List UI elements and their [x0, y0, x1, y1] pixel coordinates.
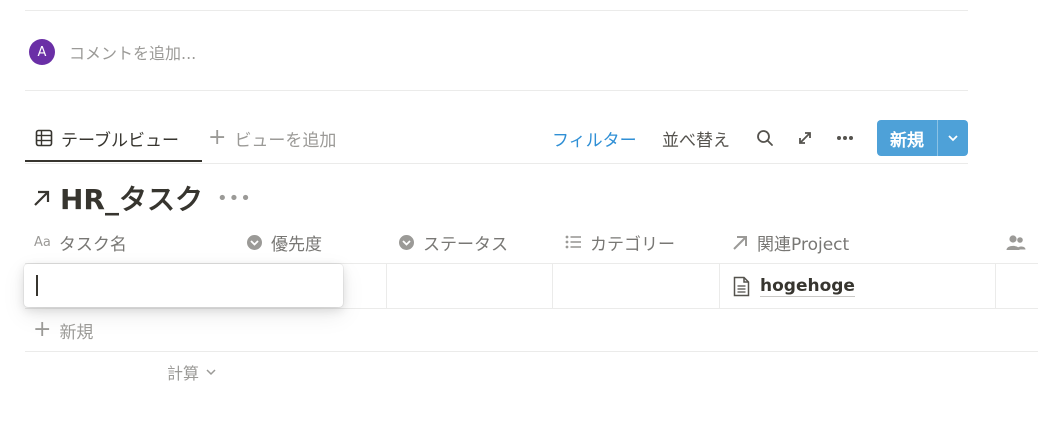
- calculate-button[interactable]: 計算: [167, 358, 217, 386]
- related-project-link[interactable]: hogehoge: [760, 276, 855, 297]
- select-icon: [247, 234, 262, 250]
- new-row-divider: [25, 351, 1038, 352]
- plus-icon: +: [208, 125, 227, 150]
- column-header-label: カテゴリー: [590, 234, 675, 255]
- multi-select-icon: [565, 235, 581, 249]
- add-view-button[interactable]: + ビューを追加: [208, 124, 336, 152]
- relation-icon: [733, 235, 747, 250]
- new-button[interactable]: 新規: [877, 120, 937, 156]
- avatar: A: [29, 39, 55, 65]
- column-divider: [995, 264, 996, 308]
- comment-input[interactable]: コメントを追加...: [69, 40, 196, 64]
- filter-button[interactable]: フィルター: [552, 124, 637, 152]
- toolbar-divider: [25, 163, 968, 164]
- related-project-cell[interactable]: hogehoge: [733, 272, 855, 300]
- column-header-status[interactable]: ステータス: [398, 228, 508, 256]
- page-icon: [733, 276, 750, 296]
- table-icon: [35, 129, 53, 147]
- add-row-label: 新規: [59, 322, 94, 343]
- chevron-down-icon: [206, 369, 216, 376]
- tab-table-view[interactable]: テーブルビュー: [35, 124, 179, 152]
- comment-row[interactable]: A コメントを追加...: [29, 38, 196, 66]
- more-icon: [837, 136, 853, 140]
- row-divider: [25, 308, 1038, 309]
- search-icon: [757, 130, 773, 146]
- expand-button[interactable]: [791, 124, 819, 152]
- new-button-group: 新規: [877, 120, 968, 156]
- column-divider: [719, 264, 720, 308]
- column-header-label: タスク名: [58, 234, 127, 255]
- column-header-label: 優先度: [271, 234, 322, 255]
- database-title: HR_タスク •••: [32, 178, 252, 218]
- title-more-icon[interactable]: •••: [217, 188, 252, 209]
- add-view-label: ビューを追加: [234, 130, 337, 151]
- plus-icon: +: [33, 317, 52, 342]
- calculate-label: 計算: [167, 364, 200, 383]
- text-icon: Aa: [34, 234, 51, 250]
- column-divider: [552, 264, 553, 308]
- new-dropdown-button[interactable]: [938, 120, 968, 156]
- column-divider: [386, 264, 387, 308]
- column-header-task[interactable]: Aa タスク名: [34, 228, 127, 256]
- tab-table-view-label: テーブルビュー: [61, 130, 179, 151]
- column-header-label: 関連Project: [757, 234, 850, 255]
- column-header-priority[interactable]: 優先度: [246, 228, 322, 256]
- person-icon: [1006, 234, 1026, 250]
- comment-divider: [25, 90, 968, 91]
- column-header-category[interactable]: カテゴリー: [565, 228, 675, 256]
- expand-icon: [799, 132, 811, 144]
- column-header-person[interactable]: [1006, 228, 1034, 256]
- search-button[interactable]: [751, 124, 779, 152]
- select-icon: [399, 234, 414, 250]
- linked-arrow-icon: [34, 190, 50, 206]
- add-row-button[interactable]: + 新規: [33, 316, 93, 344]
- sort-button[interactable]: 並べ替え: [662, 124, 730, 152]
- database-title-text[interactable]: HR_タスク: [60, 178, 203, 218]
- active-tab-underline: [25, 160, 202, 162]
- chevron-down-icon: [948, 135, 958, 142]
- text-cursor: [36, 275, 38, 296]
- column-header-label: ステータス: [423, 234, 508, 255]
- more-options-button[interactable]: [831, 124, 859, 152]
- column-header-related-project[interactable]: 関連Project: [732, 228, 849, 256]
- top-divider: [25, 10, 968, 11]
- task-name-editor[interactable]: [24, 264, 343, 307]
